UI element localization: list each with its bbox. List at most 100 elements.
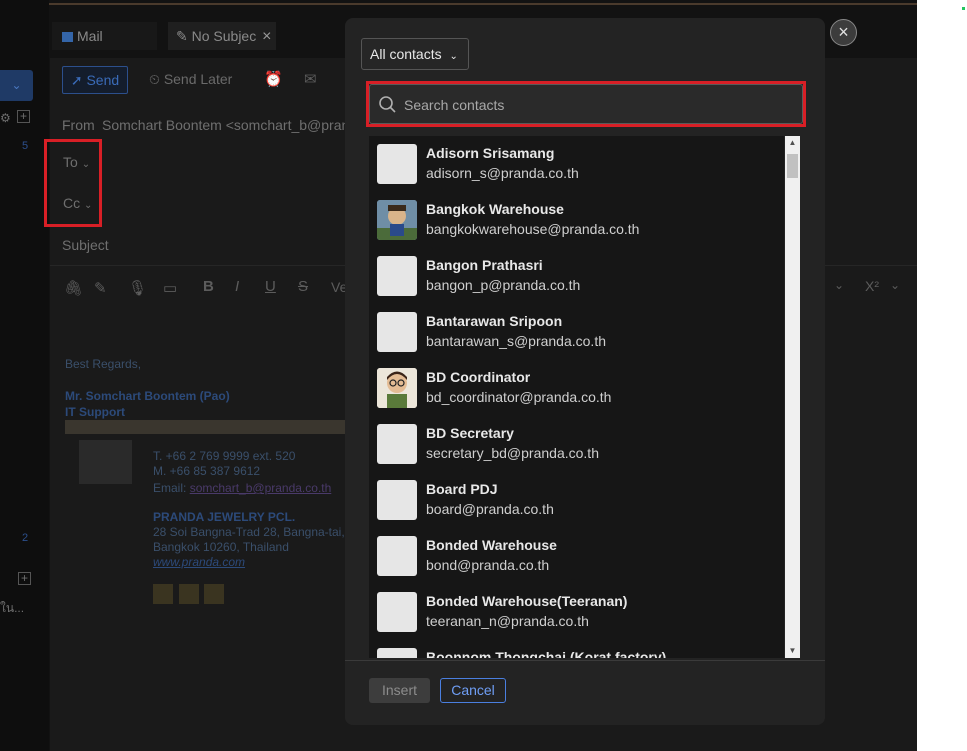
- filter-label: All contacts: [370, 46, 442, 62]
- italic-icon[interactable]: I: [235, 278, 239, 295]
- cancel-button[interactable]: Cancel: [440, 678, 506, 703]
- dropdown-button[interactable]: ⌄: [0, 70, 33, 101]
- avatar: [377, 480, 417, 520]
- contact-list[interactable]: Adisorn Srisamang adisorn_s@pranda.co.th…: [369, 136, 784, 658]
- avatar: [377, 256, 417, 296]
- contact-name: Bantarawan Sripoon: [426, 313, 563, 329]
- status-dot: [962, 7, 965, 10]
- alarm-icon[interactable]: ⏰: [264, 70, 283, 88]
- scroll-up-arrow-icon[interactable]: ▲: [785, 136, 800, 150]
- dialog-footer: Insert Cancel: [345, 660, 825, 725]
- tab-mail[interactable]: Mail: [52, 22, 157, 50]
- avatar: [377, 312, 417, 352]
- scroll-down-arrow-icon[interactable]: ▼: [785, 644, 800, 658]
- envelope-icon[interactable]: ✉: [304, 70, 317, 88]
- company-logo: [79, 440, 132, 484]
- contact-row[interactable]: BD Coordinator bd_coordinator@pranda.co.…: [369, 360, 784, 416]
- tab-label: Mail: [77, 28, 103, 44]
- tab-draft[interactable]: ✎ No Subjec ×: [168, 22, 276, 50]
- signature-email-link[interactable]: somchart_b@pranda.co.th: [190, 481, 332, 495]
- folder-sidebar: ⌄ ⚙ + 5 2 + ใน...: [0, 0, 49, 751]
- add-icon[interactable]: +: [18, 572, 31, 585]
- youtube-icon[interactable]: [179, 584, 199, 604]
- contact-email: bd_coordinator@pranda.co.th: [426, 389, 612, 405]
- folder-icon[interactable]: ▭: [163, 279, 177, 297]
- clock-icon: ⏲: [149, 71, 160, 87]
- contact-email: bangkokwarehouse@pranda.co.th: [426, 221, 640, 237]
- send-button[interactable]: ➚ Send: [62, 66, 128, 94]
- contact-row[interactable]: Bonded Warehouse bond@pranda.co.th: [369, 528, 784, 584]
- signature-banner: [65, 420, 355, 434]
- bold-icon[interactable]: B: [203, 278, 214, 295]
- contact-row[interactable]: Board PDJ board@pranda.co.th: [369, 472, 784, 528]
- folder-label[interactable]: ใน...: [0, 599, 24, 618]
- avatar: [377, 424, 417, 464]
- contact-row[interactable]: Bonded Warehouse(Teeranan) teeranan_n@pr…: [369, 584, 784, 640]
- highlight-to-cc: [44, 139, 102, 227]
- unread-count: 5: [22, 140, 29, 152]
- scrollbar-thumb[interactable]: [787, 154, 798, 178]
- contact-name: Bonded Warehouse(Teeranan): [426, 593, 628, 609]
- contact-row[interactable]: Bantarawan Sripoon bantarawan_s@pranda.c…: [369, 304, 784, 360]
- superscript-icon[interactable]: X²: [865, 278, 879, 294]
- chevron-down-icon[interactable]: ⌄: [890, 278, 900, 292]
- contact-email: adisorn_s@pranda.co.th: [426, 165, 579, 181]
- signature-website[interactable]: www.pranda.com: [153, 555, 245, 569]
- avatar: [377, 144, 417, 184]
- dialog-close-button[interactable]: ×: [830, 19, 857, 46]
- avatar: [377, 200, 417, 240]
- contact-email: bantarawan_s@pranda.co.th: [426, 333, 606, 349]
- signature-company: PRANDA JEWELRY PCL.: [153, 510, 296, 524]
- mail-icon: [62, 32, 73, 42]
- contact-row[interactable]: Boonnom Thongchai (Korat factory): [369, 640, 784, 658]
- signature-email-row: Email: somchart_b@pranda.co.th: [153, 481, 331, 495]
- contact-row[interactable]: Adisorn Srisamang adisorn_s@pranda.co.th: [369, 136, 784, 192]
- contact-row[interactable]: Bangkok Warehouse bangkokwarehouse@prand…: [369, 192, 784, 248]
- underline-icon[interactable]: U: [265, 278, 276, 295]
- contact-name: BD Coordinator: [426, 369, 531, 385]
- subject-label[interactable]: Subject: [62, 237, 109, 253]
- signature-address-1: 28 Soi Bangna-Trad 28, Bangna-tai,: [153, 525, 345, 539]
- contact-name: BD Secretary: [426, 425, 514, 441]
- strikethrough-icon[interactable]: S: [298, 278, 308, 295]
- insert-button[interactable]: Insert: [369, 678, 430, 703]
- contact-picker-dialog: All contacts ⌄ Adisorn Srisamang adisorn…: [345, 18, 825, 725]
- avatar: [377, 536, 417, 576]
- contact-email: bangon_p@pranda.co.th: [426, 277, 581, 293]
- edit-icon[interactable]: ✎: [94, 279, 107, 297]
- attach-icon[interactable]: 🖇: [64, 279, 83, 297]
- contact-name: Bonded Warehouse: [426, 537, 557, 553]
- signature-mobile: M. +66 85 387 9612: [153, 464, 261, 478]
- avatar: [377, 648, 417, 658]
- signature-tel: T. +66 2 769 9999 ext. 520: [153, 449, 296, 463]
- tab-label: No Subjec: [191, 28, 257, 44]
- contacts-filter-dropdown[interactable]: All contacts ⌄: [361, 38, 469, 70]
- signature-dept: IT Support: [65, 405, 125, 419]
- chevron-down-icon[interactable]: ⌄: [834, 278, 844, 292]
- contact-email: bond@pranda.co.th: [426, 557, 550, 573]
- linkedin-icon[interactable]: [204, 584, 224, 604]
- contact-row[interactable]: Bangon Prathasri bangon_p@pranda.co.th: [369, 248, 784, 304]
- close-icon[interactable]: ×: [262, 28, 271, 45]
- contact-name: Board PDJ: [426, 481, 498, 497]
- contact-list-scrollbar[interactable]: ▲ ▼: [785, 136, 800, 658]
- signature-address-2: Bangkok 10260, Thailand: [153, 540, 289, 554]
- send-label: Send: [86, 72, 120, 88]
- highlight-search: [366, 81, 806, 127]
- avatar: [377, 368, 417, 408]
- settings-icon[interactable]: ⚙: [0, 111, 11, 125]
- contact-email: secretary_bd@pranda.co.th: [426, 445, 599, 461]
- add-folder-icon[interactable]: +: [17, 110, 30, 123]
- contact-name: Bangon Prathasri: [426, 257, 543, 273]
- from-label: From: [62, 117, 95, 133]
- mic-icon[interactable]: 🎙: [128, 279, 147, 297]
- avatar: [377, 592, 417, 632]
- send-later-button[interactable]: ⏲ Send Later: [149, 66, 232, 92]
- contact-row[interactable]: BD Secretary secretary_bd@pranda.co.th: [369, 416, 784, 472]
- pencil-icon: ✎: [176, 28, 188, 44]
- window-top-border: [0, 3, 917, 5]
- contact-email: board@pranda.co.th: [426, 501, 554, 517]
- contact-name: Boonnom Thongchai (Korat factory): [426, 649, 667, 658]
- facebook-icon[interactable]: [153, 584, 173, 604]
- chevron-down-icon: ⌄: [449, 51, 458, 62]
